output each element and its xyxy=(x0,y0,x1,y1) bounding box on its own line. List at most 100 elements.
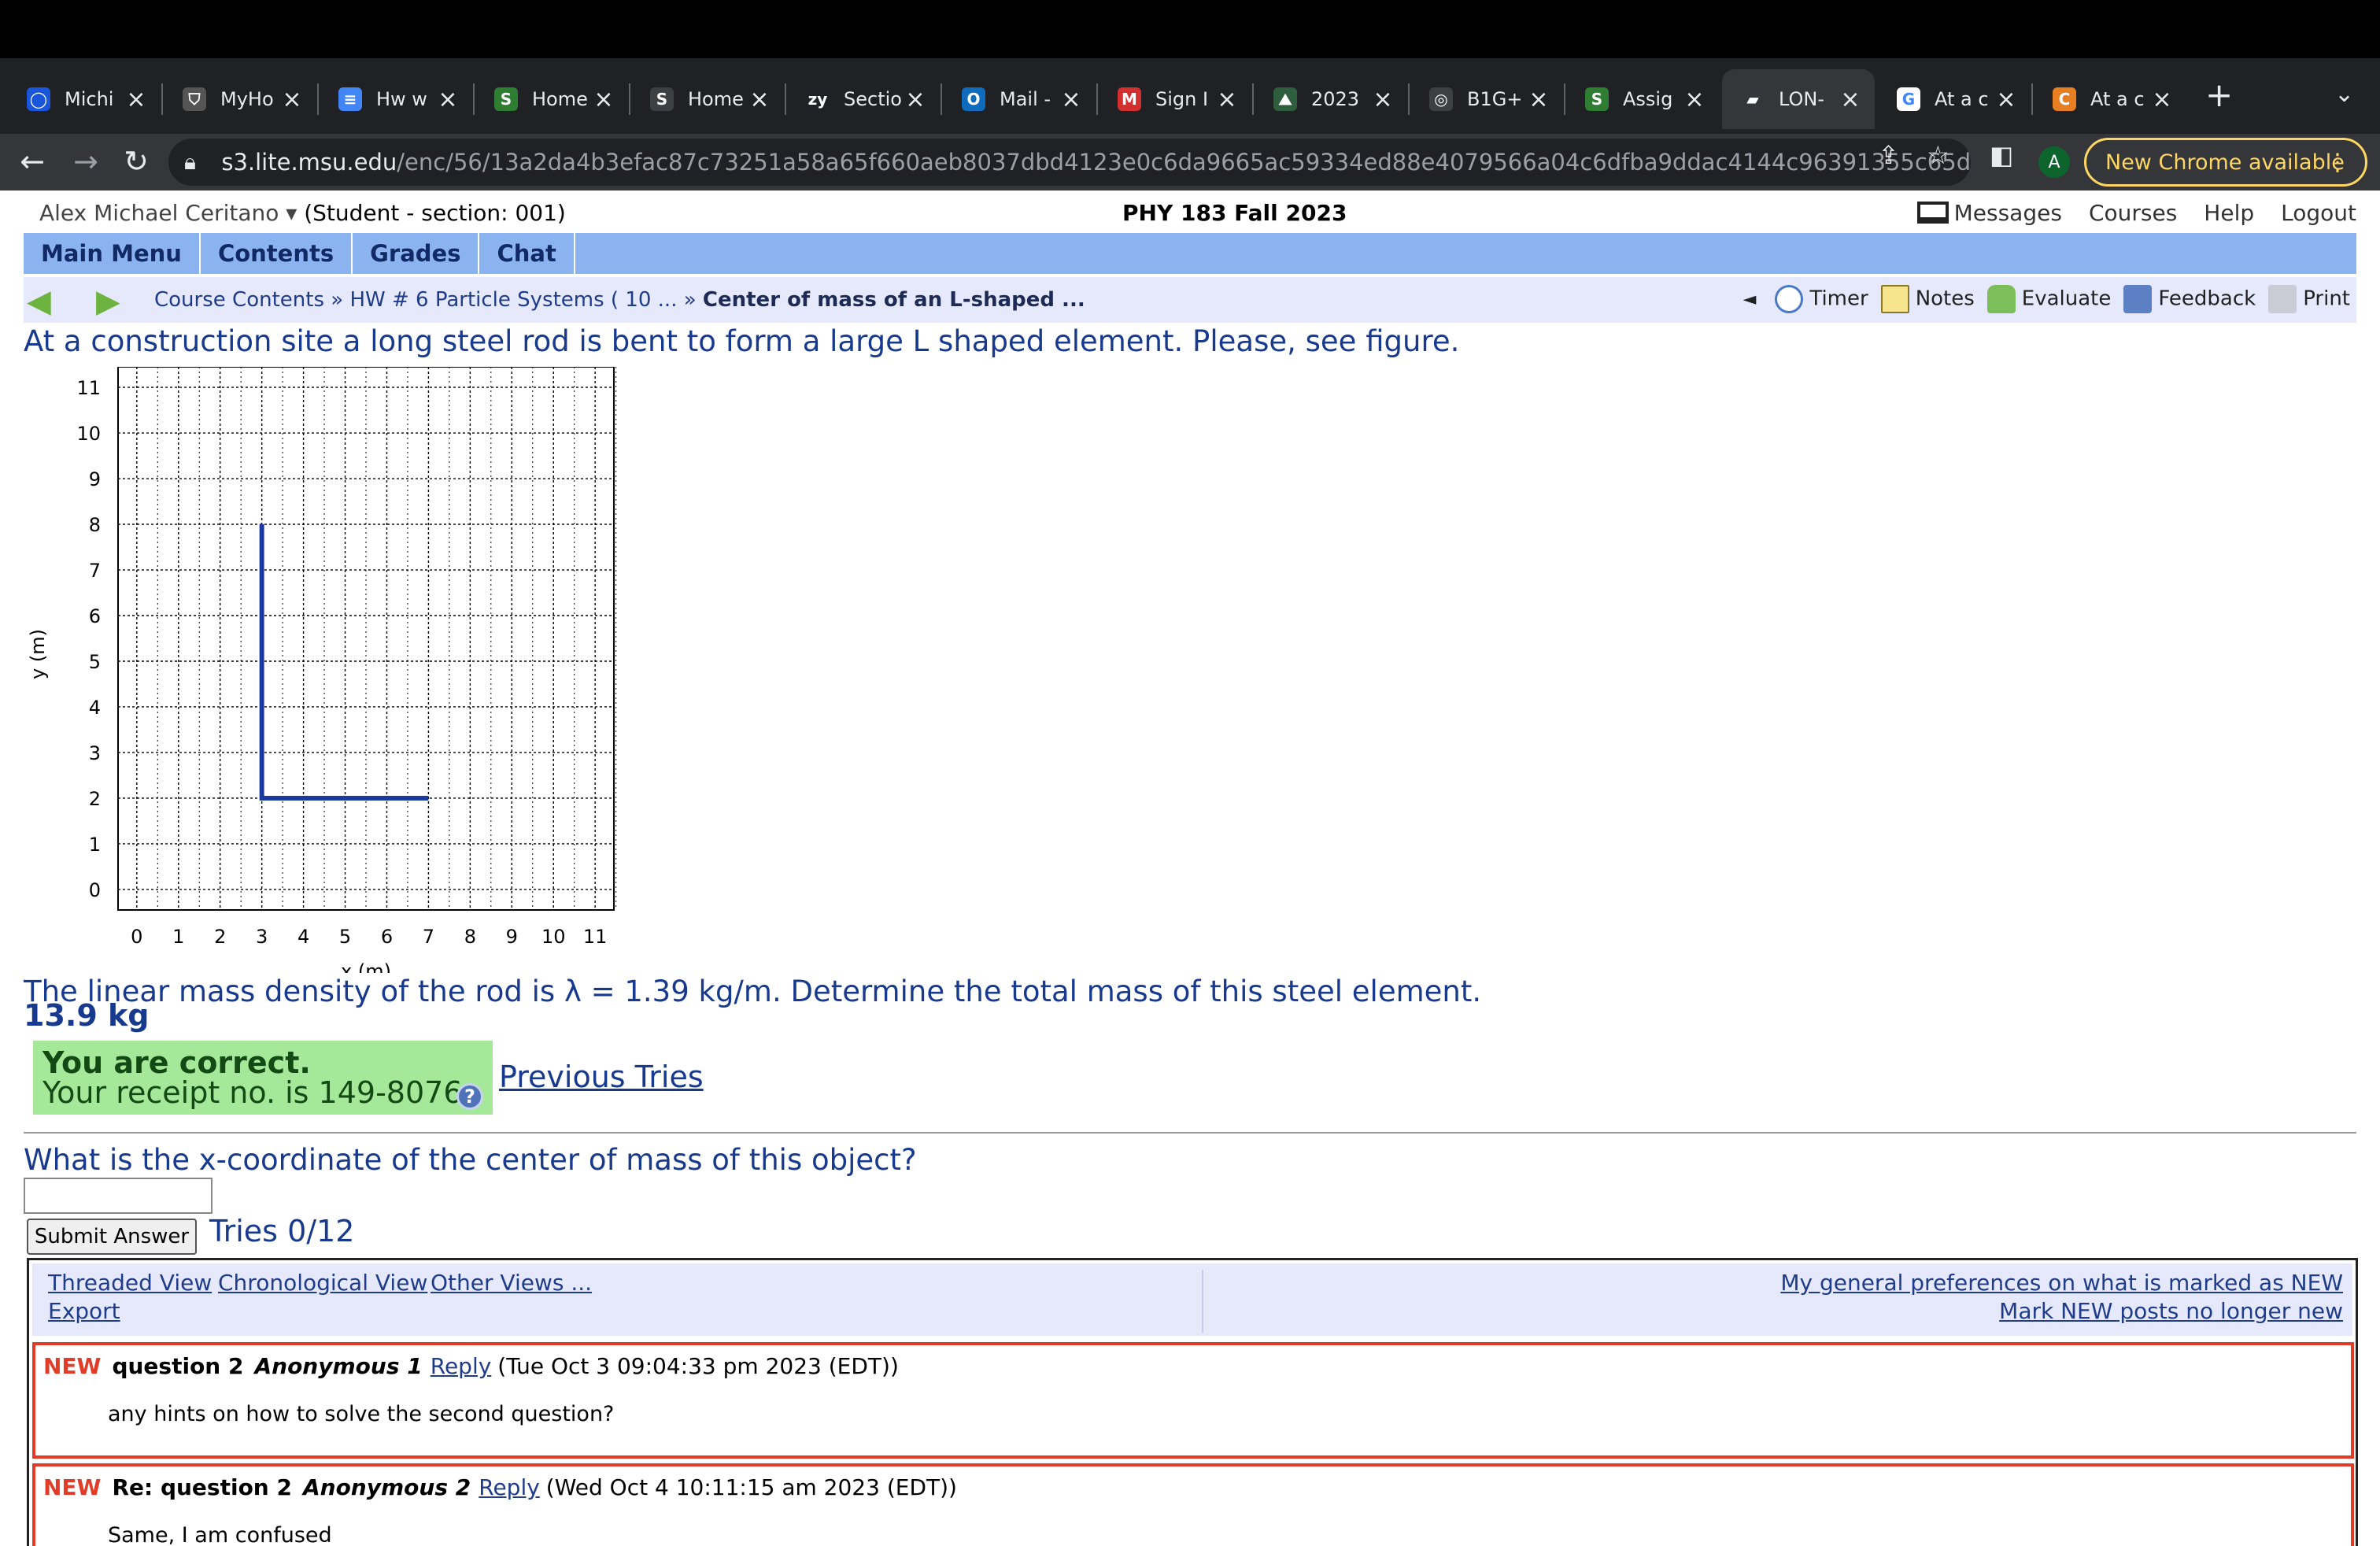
tab-close-icon[interactable]: × xyxy=(904,86,927,113)
x-tick-label: 7 xyxy=(423,926,434,948)
chronological-view-link[interactable]: Chronological View xyxy=(218,1270,427,1296)
tab-favicon-icon: S xyxy=(494,87,518,111)
y-tick-label: 10 xyxy=(76,423,101,445)
browser-tab[interactable]: C At a c × xyxy=(2034,69,2186,129)
side-panel-icon[interactable]: ◧ xyxy=(1990,140,2013,170)
share-icon[interactable]: ⇪ xyxy=(1878,140,1899,170)
crumb-course-contents[interactable]: Course Contents xyxy=(154,288,324,312)
l-shape-figure: 0 1 2 3 4 5 6 7 8 9 10 11 0 1 2 3 4 5 6 7 8 9 10 11 x (m) y (m) xyxy=(27,367,617,973)
tab-close-icon[interactable]: × xyxy=(748,86,771,113)
tab-title: Home xyxy=(688,88,744,110)
browser-tab[interactable]: ▰ LON- × xyxy=(1722,69,1875,129)
tab-close-icon[interactable]: × xyxy=(124,86,148,113)
tab-close-icon[interactable]: × xyxy=(1527,86,1550,113)
y-tick-label: 9 xyxy=(89,468,101,490)
other-views-link[interactable]: Other Views ... xyxy=(431,1270,592,1296)
tab-close-icon[interactable]: × xyxy=(1994,86,2018,113)
new-preferences-link[interactable]: My general preferences on what is marked… xyxy=(1780,1270,2343,1296)
browser-tab[interactable]: ◎ B1G+ × xyxy=(1410,69,1563,129)
tab-close-icon[interactable]: × xyxy=(436,86,460,113)
timer-tool[interactable]: Timer xyxy=(1775,285,1868,313)
reply-link[interactable]: Reply xyxy=(431,1353,492,1379)
browser-tab[interactable]: ⛰ 2023 × xyxy=(1255,69,1407,129)
tries-counter: Tries 0/12 xyxy=(209,1214,355,1248)
tab-close-icon[interactable]: × xyxy=(1059,86,1083,113)
help-icon[interactable]: ? xyxy=(456,1083,483,1110)
inbox-icon[interactable] xyxy=(1917,202,1949,224)
reply-link[interactable]: Reply xyxy=(479,1474,540,1500)
tab-close-icon[interactable]: × xyxy=(2150,86,2174,113)
tab-favicon-icon: M xyxy=(1118,87,1141,111)
forward-icon[interactable]: → xyxy=(66,142,105,181)
question-1-text: The linear mass density of the rod is λ … xyxy=(24,975,1482,1008)
tab-close-icon[interactable]: × xyxy=(1839,86,1862,113)
previous-resource-arrow-icon[interactable]: ◀︎ xyxy=(27,283,51,320)
tab-close-icon[interactable]: × xyxy=(592,86,615,113)
messages-link[interactable]: Messages xyxy=(1954,200,2062,226)
export-link[interactable]: Export xyxy=(48,1298,120,1324)
x-axis-label: x (m) xyxy=(341,960,391,973)
browser-tab[interactable]: M Sign I × xyxy=(1099,69,1251,129)
profile-avatar[interactable]: A xyxy=(2038,146,2070,178)
browser-tab[interactable]: ≡ Hw w × xyxy=(320,69,472,129)
browser-tab[interactable]: O Mail - × xyxy=(943,69,1096,129)
threaded-view-link[interactable]: Threaded View xyxy=(48,1270,212,1296)
browser-tab[interactable]: ⛉ MyHo × xyxy=(164,69,316,129)
main-menu-link[interactable]: Main Menu xyxy=(24,233,201,274)
url-path: /enc/56/13a2da4b3efac87c73251a58a65f660a… xyxy=(397,149,1971,176)
new-tab-button[interactable]: + xyxy=(2205,76,2233,114)
print-tool[interactable]: Print xyxy=(2268,285,2350,313)
back-icon[interactable]: ← xyxy=(13,142,52,181)
notes-tool[interactable]: Notes xyxy=(1880,285,1975,313)
y-tick-label: 0 xyxy=(89,879,101,901)
browser-tab[interactable]: S Home × xyxy=(475,69,628,129)
post-author: Anonymous 1 xyxy=(254,1353,423,1379)
tab-close-icon[interactable]: × xyxy=(1683,86,1706,113)
browser-tab[interactable]: ◯ Michi × xyxy=(8,69,161,129)
tab-title: Home xyxy=(532,88,588,110)
browser-tab[interactable]: S Assig × xyxy=(1566,69,1719,129)
tab-separator xyxy=(1096,83,1098,115)
evaluate-tool[interactable]: Evaluate xyxy=(1986,285,2111,313)
browser-tab[interactable]: zy Sectio × xyxy=(787,69,940,129)
contents-link[interactable]: Contents xyxy=(201,233,353,274)
mark-not-new-link[interactable]: Mark NEW posts no longer new xyxy=(1999,1298,2343,1324)
reload-icon[interactable]: ↻ xyxy=(116,142,156,181)
feedback-label: Feedback xyxy=(2158,287,2256,311)
tab-close-icon[interactable]: × xyxy=(1371,86,1395,113)
chat-link[interactable]: Chat xyxy=(479,233,575,274)
notes-label: Notes xyxy=(1915,287,1975,311)
chrome-update-button[interactable]: New Chrome available ⋮ xyxy=(2084,138,2367,187)
top-links: Messages Courses Help Logout xyxy=(1954,200,2356,226)
main-menu-bar: Main Menu Contents Grades Chat xyxy=(24,233,2356,274)
x-coordinate-answer-input[interactable] xyxy=(24,1178,213,1214)
tab-close-icon[interactable]: × xyxy=(1215,86,1239,113)
help-link[interactable]: Help xyxy=(2204,200,2254,226)
tab-close-icon[interactable]: × xyxy=(280,86,304,113)
browser-tab[interactable]: G At a c × xyxy=(1878,69,2031,129)
feedback-tool[interactable]: Feedback xyxy=(2123,285,2256,313)
x-tick-label: 2 xyxy=(214,926,226,948)
next-resource-arrow-icon[interactable]: ▶︎ xyxy=(96,283,120,320)
browser-tab[interactable]: S Home × xyxy=(631,69,784,129)
logout-link[interactable]: Logout xyxy=(2281,200,2356,226)
collapse-tools-icon[interactable]: ◄ xyxy=(1743,290,1756,309)
grades-link[interactable]: Grades xyxy=(353,233,480,274)
x-tick-label: 11 xyxy=(583,926,608,948)
tab-search-chevron-icon[interactable]: ⌄ xyxy=(2334,80,2354,108)
submit-answer-button[interactable]: Submit Answer xyxy=(27,1219,197,1255)
resource-tools: ◄ Timer Notes Evaluate Feedback Print xyxy=(1743,285,2350,313)
crumb-hw6[interactable]: HW # 6 Particle Systems ( 10 ... xyxy=(349,288,677,312)
courses-link[interactable]: Courses xyxy=(2089,200,2177,226)
user-role: (Student - section: 001) xyxy=(304,200,566,226)
previous-tries-link[interactable]: Previous Tries xyxy=(499,1060,704,1094)
tab-title: Michi xyxy=(65,88,114,110)
x-tick-label: 4 xyxy=(298,926,309,948)
x-tick-label: 1 xyxy=(172,926,184,948)
lock-icon: 🔒︎ xyxy=(184,149,196,175)
user-name-menu[interactable]: Alex Michael Ceritano ▾ xyxy=(39,200,297,226)
tab-favicon-icon: G xyxy=(1897,87,1920,111)
bookmark-star-icon[interactable]: ☆ xyxy=(1927,140,1949,170)
address-bar[interactable]: 🔒︎ s3.lite.msu.edu /enc/56/13a2da4b3efac… xyxy=(168,139,1971,186)
crumb-separator: » xyxy=(677,288,703,312)
